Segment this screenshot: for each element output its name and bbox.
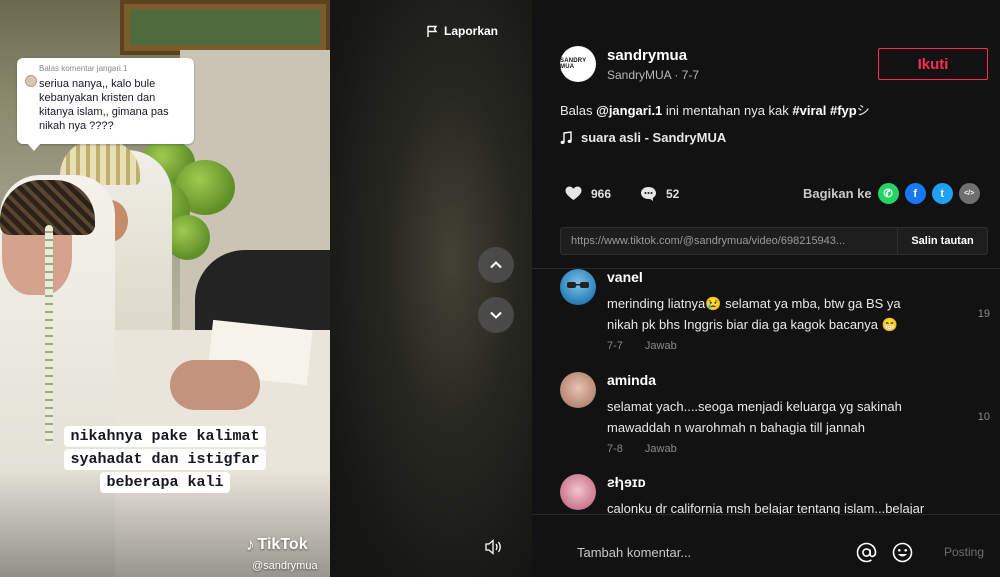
author-username[interactable]: sandrymua [607, 47, 687, 64]
tiktok-watermark: ♪ TikTok [246, 535, 308, 555]
whatsapp-icon[interactable]: ✆ [877, 183, 899, 204]
comment-meta: 7-8 Jawab [607, 443, 677, 455]
caption-line: syahadat dan istigfar [64, 449, 266, 470]
reply-button[interactable]: Jawab [645, 443, 677, 455]
reply-tail [27, 143, 41, 151]
commenter-avatar[interactable] [560, 372, 596, 408]
comment-date: 7-7 [607, 340, 623, 352]
chevron-down-icon [490, 311, 502, 319]
comment-count: 52 [666, 187, 680, 201]
comment-text: merinding liatnya😢 selamat ya mba, btw g… [607, 296, 901, 332]
commenter-name[interactable]: aminda [607, 372, 656, 388]
comment-date: 7-8 [607, 443, 623, 455]
post-comment-button[interactable]: Posting [944, 545, 984, 559]
comment-list[interactable]: vanel merinding liatnya😢 selamat ya mba,… [532, 269, 1000, 514]
jasmine-garland [45, 225, 53, 445]
comment-bubble-icon [641, 187, 656, 201]
commenter-avatar[interactable] [560, 474, 596, 510]
report-button[interactable]: Laporkan [426, 24, 498, 38]
comment-like-count[interactable]: 10 [978, 411, 990, 423]
music-link[interactable]: suara asli - SandryMUA [560, 130, 726, 145]
commenter-name[interactable]: ƨƚɿɘɪᴅ [607, 474, 646, 490]
chevron-up-icon [490, 261, 502, 269]
desc-prefix: Balas [560, 103, 597, 118]
hashtag-link[interactable]: #fyp [830, 103, 857, 118]
like-button[interactable]: 966 [565, 186, 611, 201]
copy-link-button[interactable]: Salin tautan [897, 228, 987, 254]
commenter-name[interactable]: vanel [607, 269, 643, 285]
reply-button[interactable]: Jawab [645, 340, 677, 352]
twitter-icon[interactable]: t [931, 183, 953, 204]
video-player[interactable]: Balas komentar jangari.1 seriua nanya,, … [0, 0, 330, 577]
previous-video-button[interactable] [478, 247, 514, 283]
mention-link[interactable]: @jangari.1 [596, 103, 662, 118]
video-backdrop [330, 0, 532, 577]
comment-input[interactable]: Tambah komentar... [577, 545, 691, 560]
report-label: Laporkan [444, 24, 499, 38]
flag-icon [427, 25, 438, 37]
comment-count-button[interactable]: 52 [640, 186, 679, 202]
comment-like-count[interactable]: 19 [978, 308, 990, 320]
avatar-logo-text: SANDRY MUA [560, 58, 587, 70]
share-label: Bagikan ke [803, 186, 872, 201]
caption-line: nikahnya pake kalimat [64, 426, 266, 447]
sunglasses-icon [567, 282, 589, 288]
comment-item: vanel merinding liatnya😢 selamat ya mba,… [560, 269, 990, 369]
comment-composer: Tambah komentar... Posting [532, 514, 1000, 577]
watermark-brand: TikTok [257, 536, 308, 553]
video-caption: nikahnya pake kalimat syahadat dan istig… [0, 425, 330, 494]
reply-avatar [25, 75, 37, 87]
desc-middle: ini mentahan nya kak [662, 103, 793, 118]
tiktok-logo-icon: ♪ [246, 535, 255, 554]
wall-painting [120, 0, 330, 55]
comment-item: ƨƚɿɘɪᴅ calonku dr california msh belajar… [560, 474, 990, 514]
hashtag-link[interactable]: #viral [792, 103, 826, 118]
comment-meta: 7-7 Jawab [607, 340, 677, 352]
comment-text: calonku dr california msh belajar tentan… [607, 501, 925, 514]
music-label: suara asli - SandryMUA [581, 130, 727, 145]
caption-line: beberapa kali [100, 472, 230, 493]
reply-comment-sticker: Balas komentar jangari.1 seriua nanya,, … [17, 58, 194, 151]
facebook-icon[interactable]: f [904, 183, 926, 204]
handshake [170, 360, 260, 410]
commenter-avatar[interactable] [560, 269, 596, 305]
music-note-icon [560, 130, 572, 144]
share-row: Bagikan ke ✆ f t </> [803, 183, 980, 204]
volume-button[interactable] [485, 539, 503, 560]
comment-item: aminda selamat yach....seoga menjadi kel… [560, 372, 990, 472]
follow-button[interactable]: Ikuti [878, 48, 988, 80]
details-panel: SANDRY MUA sandrymua SandryMUA · 7-7 Iku… [532, 0, 1000, 577]
share-url: https://www.tiktok.com/@sandrymua/video/… [571, 235, 846, 247]
like-count: 966 [591, 186, 612, 201]
volume-icon [485, 539, 501, 555]
reply-text: seriua nanya,, kalo bule kebanyakan kris… [39, 78, 169, 132]
author-avatar[interactable]: SANDRY MUA [560, 46, 596, 82]
emoji-icon[interactable] [892, 542, 913, 563]
author-subtitle: SandryMUA · 7-7 [607, 68, 700, 82]
share-link-field: https://www.tiktok.com/@sandrymua/video/… [560, 227, 988, 255]
desc-suffix: シ [856, 103, 870, 118]
comment-text: selamat yach....seoga menjadi keluarga y… [607, 399, 902, 435]
reply-header: Balas komentar jangari.1 [39, 64, 128, 73]
watermark-handle: @sandrymua [252, 560, 318, 572]
embed-icon[interactable]: </> [958, 183, 980, 204]
next-video-button[interactable] [478, 297, 514, 333]
at-icon[interactable] [856, 542, 877, 563]
video-description: Balas @jangari.1 ini mentahan nya kak #v… [560, 100, 870, 119]
heart-icon [565, 186, 582, 200]
